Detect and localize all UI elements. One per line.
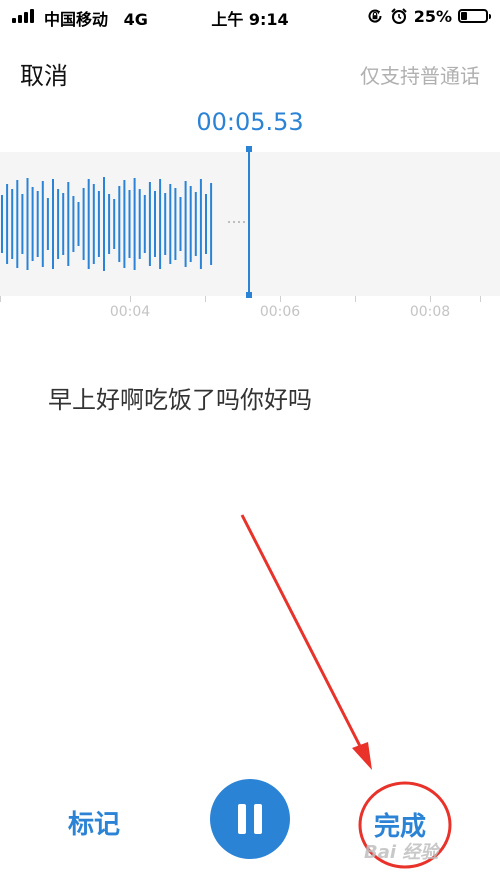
pause-button[interactable] xyxy=(210,779,290,859)
pause-icon-bar xyxy=(254,804,262,834)
battery-fill xyxy=(461,12,467,20)
transcript-text: 早上好啊吃饭了吗你好吗 xyxy=(48,386,312,414)
timeline-tick xyxy=(355,296,356,302)
playhead-handle[interactable] xyxy=(246,146,252,152)
battery-icon xyxy=(458,9,491,23)
timeline-label: 00:08 xyxy=(409,304,451,320)
mark-button[interactable]: 标记 xyxy=(68,804,120,841)
timeline-axis: 00:04 00:06 00:08 xyxy=(0,296,500,326)
annotation-arrow-head xyxy=(352,742,372,770)
waveform xyxy=(1,146,252,298)
timeline-tick xyxy=(280,296,281,302)
annotation-arrow-line xyxy=(240,514,364,751)
recording-time: 00:05.53 xyxy=(196,108,304,136)
cancel-button[interactable]: 取消 xyxy=(20,56,68,91)
waveform-panel xyxy=(0,146,500,298)
orientation-lock-icon xyxy=(368,9,382,23)
timeline-label: 00:06 xyxy=(259,304,301,320)
watermark: Bai 经验 xyxy=(364,842,439,863)
mandarin-only-hint: 仅支持普通话 xyxy=(360,64,480,88)
timeline-tick xyxy=(205,296,206,302)
timeline-tick xyxy=(480,296,481,302)
battery-percent: 25% xyxy=(413,6,452,26)
timeline-tick xyxy=(0,296,1,302)
timeline-label: 00:04 xyxy=(109,304,151,320)
status-right: 25% xyxy=(366,5,491,27)
alarm-icon xyxy=(390,8,407,24)
status-bar: 中国移动 4G 上午 9:14 25% xyxy=(0,0,500,34)
timeline-tick xyxy=(130,296,131,302)
pause-icon xyxy=(238,804,246,834)
timeline-tick xyxy=(430,296,431,302)
